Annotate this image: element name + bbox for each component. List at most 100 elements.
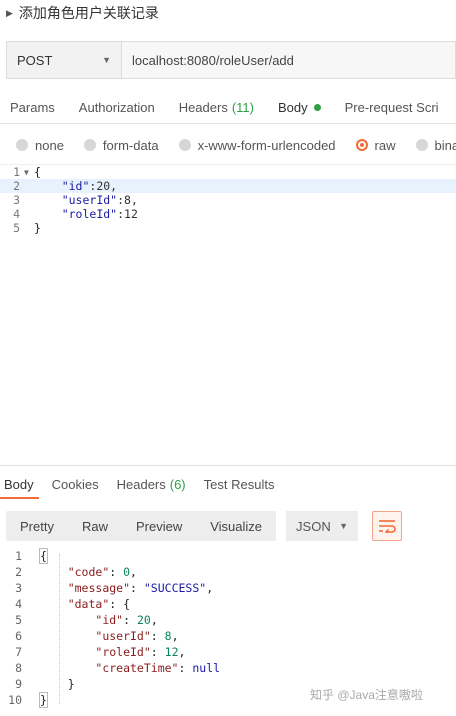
json-punct: :	[123, 613, 137, 627]
watermark-text: 知乎 @Java注意嗷啦	[310, 688, 423, 702]
tab-headers[interactable]: Headers (11)	[167, 90, 266, 123]
pane-divider[interactable]	[0, 465, 456, 466]
request-title-bar[interactable]: ▶ 添加角色用户关联记录	[0, 0, 456, 26]
json-punct: :	[150, 645, 165, 659]
json-punct: ,	[206, 581, 214, 595]
fold-arrow-icon[interactable]: ▼	[24, 168, 34, 177]
editor-line: 1 ▼ {	[0, 165, 456, 179]
view-pretty-button[interactable]: Pretty	[6, 511, 68, 541]
json-key: "userId"	[95, 629, 151, 643]
response-line: 7 "roleId": 12,	[0, 644, 456, 660]
json-value: :20,	[89, 179, 118, 193]
radio-circle-icon	[178, 139, 191, 151]
view-visualize-button[interactable]: Visualize	[196, 511, 276, 541]
json-punct: ,	[150, 613, 158, 627]
line-number: 7	[15, 645, 22, 659]
tab-label: Test Results	[203, 476, 275, 492]
tab-label: Params	[10, 99, 55, 115]
radio-circle-icon	[415, 139, 428, 151]
response-toolbar: Pretty Raw Preview Visualize JSON ▼	[6, 510, 456, 542]
line-number: 2	[15, 565, 22, 579]
json-punct: ,	[178, 645, 186, 659]
radio-label: x-www-form-urlencoded	[197, 137, 336, 153]
line-number: 6	[15, 629, 22, 643]
radio-circle-icon	[83, 139, 96, 151]
json-key: "id"	[61, 179, 90, 193]
json-value: 20	[136, 613, 151, 627]
line-number: 2	[13, 179, 20, 193]
tab-params[interactable]: Params	[0, 90, 67, 123]
radio-selected-icon	[355, 139, 368, 151]
json-value: 8	[164, 629, 172, 643]
tab-body[interactable]: Body	[266, 90, 333, 123]
json-key: "id"	[95, 613, 124, 627]
tab-label: Cookies	[51, 476, 99, 492]
json-value: :12	[117, 207, 138, 221]
json-key: "roleId"	[61, 207, 118, 221]
request-body-editor[interactable]: 1 ▼ { 2 "id":20, 3 "userId":8, 4 "roleId…	[0, 164, 456, 464]
body-modified-dot	[313, 103, 321, 111]
radio-raw[interactable]: raw	[355, 138, 396, 153]
line-text: "createTime": null	[40, 661, 220, 675]
line-number: 8	[15, 661, 22, 675]
json-value: :8,	[117, 193, 138, 207]
line-text: }	[39, 692, 48, 708]
json-value: 12	[164, 645, 179, 659]
format-label: JSON	[296, 518, 331, 534]
tab-label: Body	[277, 99, 308, 115]
json-punct: ,	[130, 565, 137, 579]
line-text: {	[34, 165, 41, 179]
body-type-radio-group: none form-data x-www-form-urlencoded raw…	[0, 132, 456, 158]
tab-cookies[interactable]: Cookies	[43, 470, 108, 498]
tab-label: Body	[4, 476, 34, 492]
json-punct: ,	[171, 629, 179, 643]
tab-authorization[interactable]: Authorization	[67, 90, 167, 123]
tab-pre-request-script[interactable]: Pre-request Scri	[333, 90, 451, 123]
expand-caret-icon[interactable]: ▶	[6, 8, 13, 19]
editor-line: 5 }	[0, 221, 456, 235]
chevron-down-icon: ▼	[339, 521, 349, 531]
response-line: 3 "message": "SUCCESS",	[0, 580, 456, 596]
radio-label: none	[35, 137, 64, 153]
tab-response-body[interactable]: Body	[0, 470, 43, 499]
tab-response-headers[interactable]: Headers (6)	[108, 470, 195, 498]
url-row: POST ▼ localhost:8080/roleUser/add	[6, 41, 456, 79]
method-select[interactable]: POST ▼	[6, 41, 122, 79]
editor-line: 4 "roleId":12	[0, 207, 456, 221]
json-punct: : {	[109, 597, 131, 611]
json-punct: :	[109, 565, 124, 579]
view-raw-button[interactable]: Raw	[68, 511, 122, 541]
line-number: 10	[8, 693, 22, 707]
json-punct: :	[130, 581, 144, 595]
radio-none[interactable]: none	[16, 138, 64, 153]
line-text: "message": "SUCCESS",	[40, 581, 213, 595]
response-line: 8 "createTime": null	[0, 660, 456, 676]
radio-x-www-form-urlencoded[interactable]: x-www-form-urlencoded	[178, 137, 336, 153]
line-text: "data": {	[40, 597, 130, 611]
view-preview-button[interactable]: Preview	[122, 511, 196, 541]
radio-form-data[interactable]: form-data	[83, 138, 159, 153]
tab-label: Headers	[178, 99, 228, 115]
line-number: 4	[15, 597, 22, 611]
line-text: {	[39, 548, 48, 564]
request-title: 添加角色用户关联记录	[18, 5, 159, 21]
format-select[interactable]: JSON ▼	[286, 511, 359, 541]
line-text: "userId": 8,	[40, 629, 179, 643]
response-line: 6 "userId": 8,	[0, 628, 456, 644]
tab-label: Headers	[116, 476, 166, 492]
json-punct: }	[67, 677, 75, 691]
wrap-lines-icon	[379, 520, 396, 533]
json-value: null	[192, 661, 221, 675]
url-input[interactable]: localhost:8080/roleUser/add	[122, 41, 456, 79]
line-text: "code": 0,	[40, 565, 137, 579]
view-mode-group: Pretty Raw Preview Visualize	[6, 511, 277, 541]
json-key: "roleId"	[95, 645, 151, 659]
tab-test-results[interactable]: Test Results	[195, 470, 284, 498]
line-number: 5	[15, 613, 22, 627]
wrap-lines-button[interactable]	[372, 511, 403, 541]
method-label: POST	[17, 52, 53, 68]
json-punct: }	[39, 692, 48, 708]
response-line: 2 "code": 0,	[0, 564, 456, 580]
line-number: 3	[15, 581, 22, 595]
radio-binary[interactable]: binar	[415, 138, 456, 153]
